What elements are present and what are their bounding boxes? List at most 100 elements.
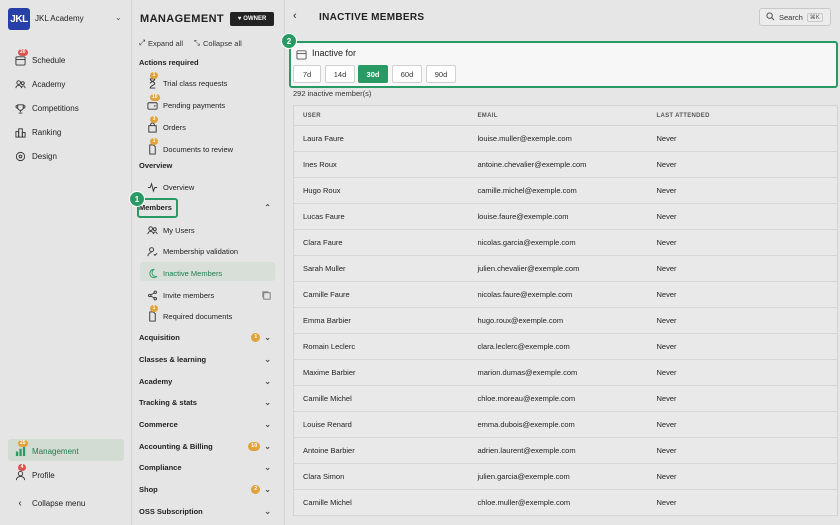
collapse-all-button[interactable]: ⤡ Collapse all [194,38,242,48]
table-row[interactable]: Maxime Barbier marion.dumas@exemple.com Ne… [293,359,838,386]
column-email[interactable]: EMAIL [468,105,648,126]
filter-90d[interactable]: 90d [426,65,456,83]
filter-title: Inactive for [312,48,357,58]
nav-management[interactable]: 25 Management [14,440,79,457]
membership-validation-label: Membership validation [163,246,239,256]
action-documents-review[interactable]: 1 Documents to review [146,138,233,155]
nav-schedule-label: Schedule [32,55,66,65]
cell-last-attended: Never [647,437,838,464]
section-classes-learning[interactable]: Classes & learning ⌄ [139,355,271,364]
cell-user: Camille Michel [293,385,469,412]
filter-14d[interactable]: 14d [325,65,355,83]
search-button[interactable]: Search ⌘K [759,8,831,26]
filter-60d[interactable]: 60d [392,65,422,83]
cell-email: hugo.roux@exemple.com [468,307,648,334]
nav-profile[interactable]: 4 Profile [14,464,55,481]
cell-email: adrien.laurent@exemple.com [468,437,648,464]
cell-email: camille.michel@exemple.com [468,177,648,204]
accounting-billing-badge: 10 [248,442,261,451]
profile-icon: 4 [14,464,26,481]
cell-user: Lucas Faure [293,203,469,230]
copy-icon[interactable] [260,289,272,301]
table-row[interactable]: Romain Leclerc clara.leclerc@exemple.com N… [293,333,838,360]
search-icon [766,11,775,23]
section-tracking-stats[interactable]: Tracking & stats ⌄ [139,398,271,407]
members-my-users[interactable]: My Users [146,224,195,236]
cell-user: Laura Faure [293,125,469,152]
expand-all-button[interactable]: ⤢ Expand all [139,38,183,48]
academy-name[interactable]: JKL Academy [35,14,84,23]
section-accounting-billing[interactable]: Accounting & Billing 10 ⌄ [139,442,271,451]
table-row[interactable]: Ines Roux antoine.chevalier@exemple.com Ne… [293,151,838,178]
filter-30d[interactable]: 30d [358,65,388,83]
required-documents-label: Required documents [163,311,233,321]
shop-badge: 2 [251,485,261,494]
nav-ranking[interactable]: Ranking [14,126,61,138]
cell-user: Clara Simon [293,463,469,490]
table-row[interactable]: Camille Faure nicolas.faure@exemple.com Ne… [293,281,838,308]
cell-last-attended: Never [647,385,838,412]
table-row[interactable]: Emma Barbier hugo.roux@exemple.com Never [293,307,838,334]
table-row[interactable]: Louise Renard emma.dubois@exemple.com Neve… [293,411,838,438]
nav-academy[interactable]: Academy [14,78,65,90]
section-compliance[interactable]: Compliance ⌄ [139,463,271,472]
section-academy[interactable]: Academy ⌄ [139,377,271,386]
filter-7d[interactable]: 7d [293,65,321,83]
academy-switch-chevron-icon[interactable]: ⌄ [115,13,122,22]
table-row[interactable]: Hugo Roux camille.michel@exemple.com Never [293,177,838,204]
cell-last-attended: Never [647,203,838,230]
accounting-billing-label: Accounting & Billing [139,442,213,451]
section-commerce[interactable]: Commerce ⌄ [139,420,271,429]
table-row[interactable]: Camille Michel chloe.muller@exemple.com Ne… [293,489,838,516]
members-inactive-members[interactable]: Inactive Members [146,267,222,279]
nav-design[interactable]: Design [14,150,57,162]
table-row[interactable]: Antoine Barbier adrien.laurent@exemple.co… [293,437,838,464]
required-documents-item[interactable]: 1 Required documents [146,305,233,322]
cell-user: Romain Leclerc [293,333,469,360]
cell-user: Sarah Muller [293,255,469,282]
academy-logo[interactable]: JKL [8,8,30,30]
column-user[interactable]: USER [293,105,469,126]
column-last-attended[interactable]: LAST ATTENDED [647,105,838,126]
section-oss-subscription[interactable]: OSS Subscription ⌄ [139,507,271,516]
nav-competitions[interactable]: Competitions [14,102,79,114]
collapse-icon: ⤡ [194,38,200,47]
cell-email: chloe.muller@exemple.com [468,489,648,516]
section-acquisition[interactable]: Acquisition 1 ⌄ [139,333,271,342]
action-pending-payments[interactable]: 10 Pending payments [146,94,225,111]
chart-icon: 25 [14,440,28,457]
chevron-down-icon: ⌄ [264,377,271,386]
cell-last-attended: Never [647,281,838,308]
step-marker-2: 2 [281,33,297,49]
members-membership-validation[interactable]: Membership validation [146,245,238,257]
table-row[interactable]: Sarah Muller julien.chevalier@exemple.com… [293,255,838,282]
document-icon: 1 [146,305,158,322]
table-row[interactable]: Lucas Faure louise.faure@exemple.com Never [293,203,838,230]
members-invite-members[interactable]: Invite members [146,289,214,301]
cell-user: Emma Barbier [293,307,469,334]
overview-item[interactable]: Overview [146,181,194,193]
logo-text: JKL [10,13,28,25]
shop-label: Shop [139,485,158,494]
cell-user: Hugo Roux [293,177,469,204]
section-shop[interactable]: Shop 2 ⌄ [139,485,271,494]
cell-email: julien.garcia@exemple.com [468,463,648,490]
action-trial-requests[interactable]: 1 Trial class requests [146,72,227,89]
table-row[interactable]: Clara Faure nicolas.garcia@exemple.com Nev… [293,229,838,256]
cell-email: marion.dumas@exemple.com [468,359,648,386]
cell-last-attended: Never [647,151,838,178]
cell-user: Camille Faure [293,281,469,308]
table-row[interactable]: Clara Simon julien.garcia@exemple.com Neve… [293,463,838,490]
action-orders[interactable]: 3 Orders [146,116,186,133]
orders-badge: 3 [150,116,158,123]
cell-email: louise.muller@exemple.com [468,125,648,152]
nav-schedule[interactable]: 20 Schedule [14,49,66,66]
management-panel: MANAGEMENT ♥ OWNER ⤢ Expand all ⤡ Collapse … [129,0,285,525]
collapse-menu-button[interactable]: ‹ Collapse menu [14,497,85,509]
table-row[interactable]: Laura Faure louise.muller@exemple.com Neve… [293,125,838,152]
table-row[interactable]: Camille Michel chloe.moreau@exemple.com Ne… [293,385,838,412]
documents-review-badge: 1 [150,138,158,145]
back-arrow-icon[interactable]: ‹ [293,10,297,22]
search-shortcut: ⌘K [806,12,823,22]
inactive-filter-card: Inactive for 7d 14d 30d 60d 90d [289,41,838,88]
